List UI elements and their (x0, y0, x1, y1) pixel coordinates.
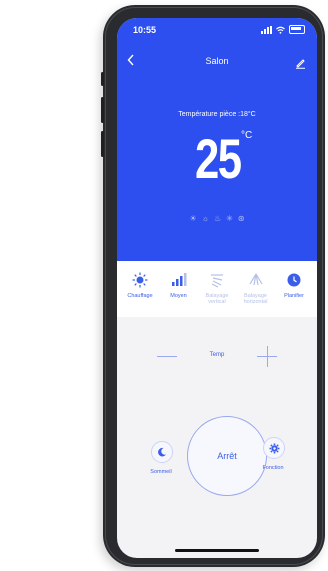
function-label: Fonction (262, 465, 284, 471)
phone-volume-up-button (101, 97, 104, 123)
function-tabs: Chauffage Moyen Balayage vertical Balaya… (117, 261, 317, 317)
tab-horizontal-swing[interactable]: Balayage horizontal (237, 261, 275, 317)
tab-heating[interactable]: Chauffage (121, 261, 159, 317)
pencil-icon (296, 59, 305, 69)
sleep-button[interactable] (151, 441, 173, 463)
status-bar: 10:55 (133, 25, 305, 39)
moon-icon (158, 447, 166, 457)
tab-fan-speed[interactable]: Moyen (160, 261, 198, 317)
mode-indicator-row: ☀ ☼ ♨ ✳ ⊛ (117, 214, 317, 223)
app-screen: 10:55 Salon Température pièce :18°C 25 °… (117, 18, 317, 558)
page-title: Salon (205, 56, 229, 66)
header-panel: 10:55 Salon Température pièce :18°C 25 °… (117, 18, 317, 261)
gear-icon (269, 443, 279, 453)
tab-label: Moyen (170, 293, 187, 299)
room-temperature-label: Température pièce :18°C (178, 111, 256, 118)
mode-indicator-icon: ⊛ (237, 214, 245, 223)
power-button[interactable]: Arrêt (187, 416, 267, 496)
signal-icon (261, 25, 272, 34)
tab-vertical-swing[interactable]: Balayage vertical (198, 261, 236, 317)
mode-indicator-icon: ♨ (213, 214, 222, 223)
tab-schedule[interactable]: Planifier (275, 261, 313, 317)
plus-icon (267, 346, 268, 367)
power-label: Arrêt (217, 451, 237, 461)
status-time: 10:55 (133, 25, 157, 35)
tab-label: Balayage horizontal (243, 293, 268, 305)
status-icons (261, 25, 305, 34)
phone-volume-down-button (101, 131, 104, 157)
sun-icon (132, 272, 148, 288)
set-temperature-value: 25 (195, 127, 242, 190)
fan-speed-icon (171, 273, 186, 286)
temperature-control-label: Temp (209, 352, 225, 358)
mode-indicator-icon: ☀ (189, 214, 197, 223)
function-button[interactable] (263, 437, 285, 459)
wifi-icon (276, 26, 285, 34)
clock-icon (287, 273, 301, 287)
temperature-unit: °C (241, 130, 253, 141)
edit-button[interactable] (295, 56, 307, 69)
home-indicator[interactable] (175, 549, 259, 552)
nav-bar: Salon (117, 52, 317, 72)
tab-label: Chauffage (127, 293, 153, 299)
vertical-swing-icon (211, 274, 223, 288)
temperature-control: Temp (117, 346, 317, 367)
tab-label: Balayage vertical (205, 293, 229, 305)
tab-label: Planifier (284, 293, 304, 299)
phone-mute-switch (101, 72, 104, 86)
horizontal-swing-icon (248, 273, 263, 286)
sleep-label: Sommeil (150, 469, 172, 475)
battery-icon (289, 25, 305, 34)
mode-indicator-icon: ☼ (201, 214, 209, 223)
mode-indicator-icon: ✳ (226, 214, 233, 223)
